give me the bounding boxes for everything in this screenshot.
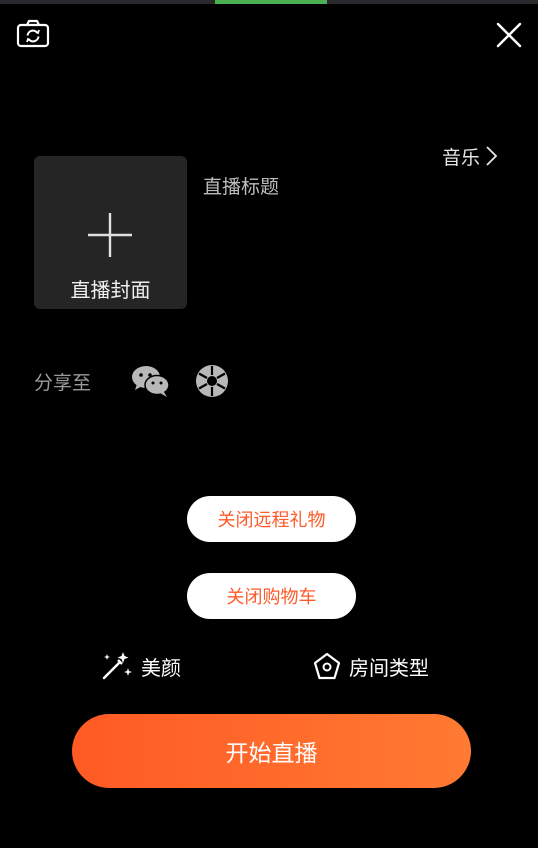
close-remote-gifts-button[interactable]: 关闭远程礼物 xyxy=(187,496,356,542)
beauty-button[interactable]: 美颜 xyxy=(101,648,181,684)
share-row: 分享至 xyxy=(34,360,229,402)
cover-upload-button[interactable]: 直播封面 xyxy=(34,156,187,309)
beauty-label: 美颜 xyxy=(141,655,181,680)
share-wechat-button[interactable] xyxy=(131,364,171,398)
cover-label: 直播封面 xyxy=(70,278,151,302)
start-live-label: 开始直播 xyxy=(225,741,318,767)
magic-wand-icon xyxy=(102,652,132,680)
close-icon xyxy=(496,22,522,48)
wechat-icon xyxy=(132,366,170,397)
chevron-right-icon xyxy=(486,146,498,166)
music-link[interactable]: 音乐 xyxy=(442,141,498,171)
pentagon-home-icon xyxy=(313,652,341,680)
status-progress-accent xyxy=(215,0,327,4)
plus-icon xyxy=(88,213,132,257)
share-moments-button[interactable] xyxy=(195,364,229,398)
close-shopping-cart-label: 关闭购物车 xyxy=(226,587,317,608)
camera-flip-button[interactable] xyxy=(15,18,51,50)
moments-icon xyxy=(196,365,229,397)
share-label: 分享至 xyxy=(34,371,92,394)
close-shopping-cart-button[interactable]: 关闭购物车 xyxy=(187,573,356,619)
room-type-label: 房间类型 xyxy=(349,655,429,680)
status-progress-strip xyxy=(0,0,538,4)
camera-flip-icon xyxy=(16,19,50,48)
music-label: 音乐 xyxy=(442,146,481,169)
close-remote-gifts-label: 关闭远程礼物 xyxy=(217,510,326,531)
start-live-button[interactable]: 开始直播 xyxy=(72,714,471,788)
room-type-button[interactable]: 房间类型 xyxy=(313,648,429,684)
close-button[interactable] xyxy=(494,20,524,50)
live-title-input[interactable] xyxy=(203,170,503,204)
